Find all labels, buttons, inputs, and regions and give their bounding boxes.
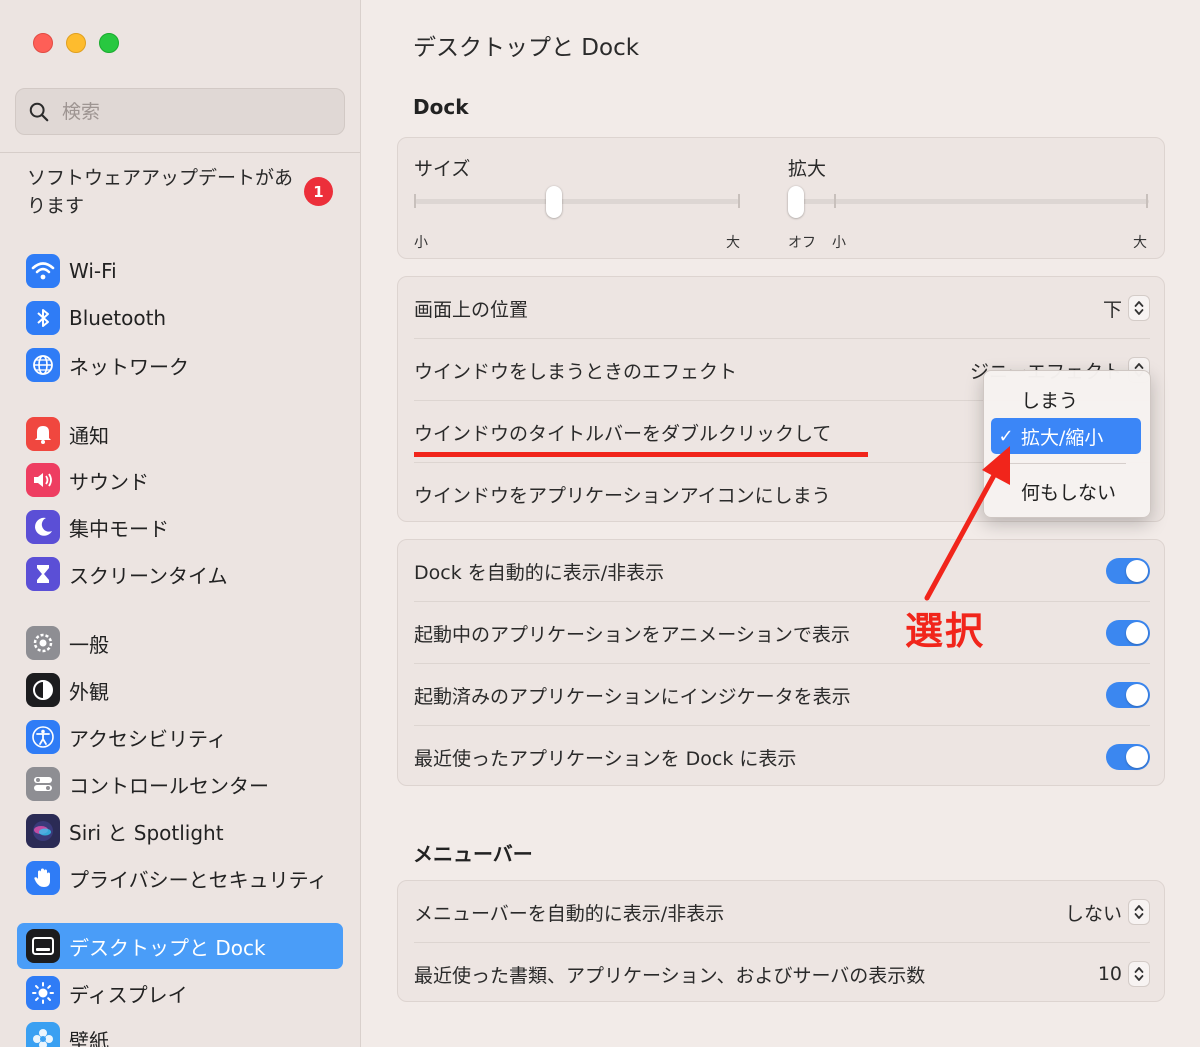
sidebar-item-control-center[interactable]: コントロールセンター — [17, 761, 343, 807]
software-update-label: ソフトウェアアップデートがあります — [27, 167, 294, 217]
sidebar-item-label: 集中モード — [69, 516, 169, 541]
sidebar-item-label: デスクトップと Dock — [69, 935, 266, 960]
flower-icon — [26, 1022, 60, 1047]
sidebar-item-label: ディスプレイ — [69, 982, 188, 1007]
bell-icon — [26, 417, 60, 451]
sidebar-item-label: Bluetooth — [69, 306, 167, 330]
control-center-icon — [26, 767, 60, 801]
search-input[interactable] — [62, 100, 322, 123]
window-controls — [33, 33, 119, 53]
siri-icon — [26, 814, 60, 848]
wifi-icon — [26, 254, 60, 288]
sidebar-item-network[interactable]: ネットワーク — [17, 342, 343, 388]
gear-icon — [26, 626, 60, 660]
sidebar-item-label: 通知 — [69, 423, 109, 448]
sidebar-item-label: 一般 — [69, 632, 109, 657]
sidebar-item-label: プライバシーとセキュリティ — [69, 867, 328, 892]
sidebar-item-desktop-dock[interactable]: デスクトップと Dock — [17, 923, 343, 969]
sidebar-item-privacy-security[interactable]: プライバシーとセキュリティ — [17, 855, 343, 901]
bluetooth-icon — [26, 301, 60, 335]
sidebar-item-sound[interactable]: サウンド — [17, 457, 343, 503]
update-badge: 1 — [304, 177, 333, 206]
sidebar-item-wallpaper[interactable]: 壁紙 — [17, 1016, 343, 1047]
sidebar-item-displays[interactable]: ディスプレイ — [17, 970, 343, 1016]
sidebar-item-bluetooth[interactable]: Bluetooth — [17, 295, 343, 341]
sidebar-item-label: ネットワーク — [69, 354, 189, 379]
main-content: デスクトップと Dock Dock サイズ 小 大 拡大 オフ 小 大 画面上の… — [362, 0, 1200, 1047]
annotation-arrow — [924, 446, 1010, 601]
sidebar-item-screen-time[interactable]: スクリーンタイム — [17, 551, 343, 597]
sidebar-item-notifications[interactable]: 通知 — [17, 411, 343, 457]
dock-icon — [26, 929, 60, 963]
zoom-window-button[interactable] — [99, 33, 119, 53]
close-window-button[interactable] — [33, 33, 53, 53]
appearance-icon — [26, 673, 60, 707]
sidebar-item-label: Wi-Fi — [69, 259, 117, 283]
software-update-item[interactable]: ソフトウェアアップデートがあります 1 — [27, 164, 347, 224]
minimize-window-button[interactable] — [66, 33, 86, 53]
sidebar-item-label: 外観 — [69, 679, 109, 704]
sidebar-item-label: 壁紙 — [69, 1028, 109, 1047]
moon-icon — [26, 510, 60, 544]
annotation-label: 選択 — [905, 609, 986, 653]
sidebar-item-label: コントロールセンター — [69, 773, 269, 798]
sidebar-item-label: サウンド — [69, 469, 149, 494]
globe-icon — [26, 348, 60, 382]
search-icon — [29, 102, 49, 121]
sidebar-item-label: アクセシビリティ — [69, 726, 227, 751]
sidebar-item-label: スクリーンタイム — [69, 563, 228, 588]
hourglass-icon — [26, 557, 60, 591]
search-field[interactable] — [15, 88, 345, 135]
sidebar-item-accessibility[interactable]: アクセシビリティ — [17, 714, 343, 760]
sidebar-item-focus[interactable]: 集中モード — [17, 504, 343, 550]
sidebar-item-label: Siri と Spotlight — [69, 820, 224, 845]
sidebar: ソフトウェアアップデートがあります 1 Wi-Fi Bluetooth ネットワ… — [0, 0, 361, 1047]
speaker-icon — [26, 463, 60, 497]
hand-icon — [26, 861, 60, 895]
sidebar-item-siri-spotlight[interactable]: Siri と Spotlight — [17, 808, 343, 854]
sidebar-divider — [0, 152, 360, 153]
accessibility-icon — [26, 720, 60, 754]
sidebar-item-general[interactable]: 一般 — [17, 620, 343, 666]
sidebar-item-appearance[interactable]: 外観 — [17, 667, 343, 713]
sidebar-item-wifi[interactable]: Wi-Fi — [17, 248, 343, 294]
sun-icon — [26, 976, 60, 1010]
